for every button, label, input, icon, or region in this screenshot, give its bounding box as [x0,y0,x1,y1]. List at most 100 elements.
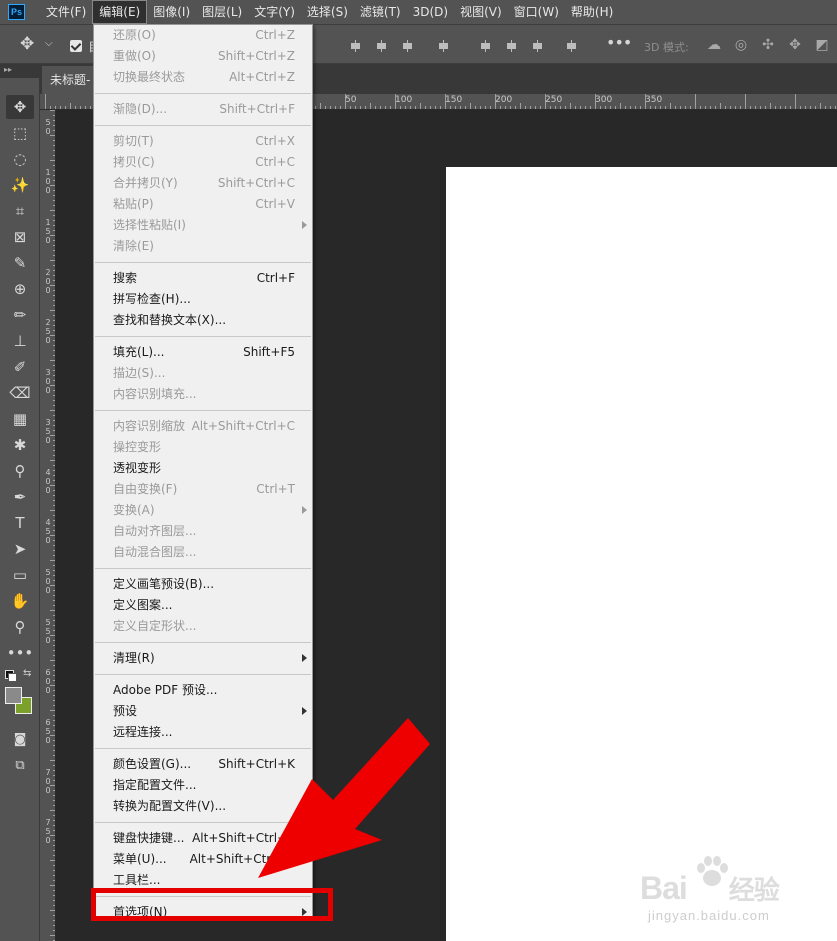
dodge-tool-icon[interactable]: ⚲ [6,459,34,483]
menu-option-shortcut: Shift+Ctrl+C [217,176,295,190]
healing-brush-icon[interactable]: ⊕ [6,277,34,301]
ruler-tick [53,665,55,666]
menu-option[interactable]: 透视变形 [94,458,312,479]
menu-option[interactable]: 填充(L)... Shift+F5 [94,342,312,363]
align-top-icon[interactable] [350,40,362,52]
menu-option-shortcut: Alt+Shift+Ctrl+C [191,419,295,433]
more-icon[interactable]: ••• [606,33,632,52]
menu-option-label: 清理(R) [113,651,155,665]
ruler-tick [53,930,55,931]
chevron-down-icon[interactable]: ⌵ [45,38,53,49]
blur-tool-icon[interactable]: ✱ [6,433,34,457]
menu-item[interactable]: 选择(S) [301,0,354,24]
move-tool-icon[interactable]: ✥ [6,95,34,119]
menu-option[interactable]: 定义图案... [94,595,312,616]
ruler-tick [50,535,55,536]
more-tools-icon[interactable]: ••• [6,641,34,665]
menu-option[interactable]: 搜索 Ctrl+F [94,268,312,289]
align-hcenter-icon[interactable] [506,40,518,52]
ruler-tick [53,825,55,826]
menu-item[interactable]: 窗口(W) [508,0,565,24]
ruler-tick [525,106,526,109]
menu-item[interactable]: 图层(L) [196,0,248,24]
ruler-tick [53,765,55,766]
slide-3d-icon[interactable]: ✥ [787,37,803,53]
crop-tool-icon[interactable]: ⌗ [6,199,34,223]
scale-3d-icon[interactable]: ◩ [814,37,830,53]
menu-option[interactable]: 转换为配置文件(V)... [94,796,312,817]
menu-option[interactable]: 菜单(U)... Alt+Shift+Ctrl+M [94,849,312,870]
menu-option[interactable]: 颜色设置(G)... Shift+Ctrl+K [94,754,312,775]
panel-collapse-icon[interactable]: ▸▸ [0,64,40,78]
foreground-color-swatch[interactable] [5,687,22,704]
lasso-tool-icon[interactable]: ◌ [6,147,34,171]
document-canvas[interactable] [446,167,837,941]
menu-item[interactable]: 帮助(H) [565,0,619,24]
menu-item[interactable]: 3D(D) [407,0,454,24]
clone-stamp-icon[interactable]: ⊥ [6,329,34,353]
frame-tool-icon[interactable]: ⊠ [6,225,34,249]
ruler-tick-label: 350 [645,95,663,105]
menu-option-label: 自动混合图层... [113,545,197,559]
menu-option[interactable]: 查找和替换文本(X)... [94,310,312,331]
ruler-tick [735,106,736,109]
path-select-icon[interactable]: ➤ [6,537,34,561]
ruler-tick [53,855,55,856]
ruler-tick [53,740,55,741]
auto-select-checkbox[interactable] [70,40,82,52]
marquee-tool-icon[interactable]: ⬚ [6,121,34,145]
ruler-tick [53,805,55,806]
roll-3d-icon[interactable]: ◎ [733,37,749,53]
edit-menu-dropdown: 还原(O) Ctrl+Z 重做(O) Shift+Ctrl+Z 切换最终状态 Alt+Ct… [93,24,313,919]
eyedropper-icon[interactable]: ✎ [6,251,34,275]
ruler-tick [53,265,55,266]
move-icon[interactable]: ✥ [20,34,34,54]
menu-item[interactable]: 文件(F) [40,0,92,24]
menu-items: 文件(F) 编辑(E) 图像(I) 图层(L) 文字(Y) 选择(S) 滤镜(T) 3D(D)… [40,0,619,24]
rectangle-tool-icon[interactable]: ▭ [6,563,34,587]
screen-mode-icon[interactable]: ⧉ [6,754,34,778]
menu-item[interactable]: 图像(I) [147,0,196,24]
menu-option[interactable]: 拼写检查(H)... [94,289,312,310]
gradient-icon[interactable]: ▦ [6,407,34,431]
pan-3d-icon[interactable]: ✣ [760,37,776,53]
align-vcenter-icon[interactable] [376,40,388,52]
menu-option[interactable]: 预设 [94,701,312,722]
history-brush-icon[interactable]: ✐ [6,355,34,379]
menu-option-label: 清除(E) [113,239,154,253]
type-tool-icon[interactable]: T [6,511,34,535]
orbit-3d-icon[interactable]: ☁ [706,37,722,53]
menu-item[interactable]: 视图(V) [454,0,508,24]
swap-colors-icon[interactable]: ⇆ [23,668,31,679]
menu-option-label: 转换为配置文件(V)... [113,799,227,813]
magic-wand-icon[interactable]: ✨ [6,173,34,197]
hand-tool-icon[interactable]: ✋ [6,589,34,613]
menu-option-label: 预设 [113,704,138,718]
quick-mask-icon[interactable]: ◙ [6,728,34,752]
menu-option[interactable]: 清理(R) [94,648,312,669]
align-bottom-icon[interactable] [402,40,414,52]
align-right-icon[interactable] [532,40,544,52]
vertical-ruler[interactable]: 5 01 0 01 5 02 0 02 5 03 0 03 5 04 0 04 … [40,110,56,941]
brush-tool-icon[interactable]: ✏ [6,303,34,327]
zoom-tool-icon[interactable]: ⚲ [6,615,34,639]
ruler-tick [50,435,55,436]
ruler-tick [435,106,436,109]
menu-item[interactable]: 编辑(E) [92,0,148,24]
menu-item[interactable]: 文字(Y) [248,0,301,24]
menu-option[interactable]: 定义画笔预设(B)... [94,574,312,595]
default-colors-icon[interactable] [5,670,17,682]
menu-option[interactable]: Adobe PDF 预设... [94,680,312,701]
distribute-h-icon[interactable] [566,40,578,52]
menu-option[interactable]: 指定配置文件... [94,775,312,796]
menu-option[interactable]: 键盘快捷键... Alt+Shift+Ctrl+K [94,828,312,849]
menu-option[interactable]: 远程连接... [94,722,312,743]
menu-item[interactable]: 滤镜(T) [354,0,407,24]
align-left-icon[interactable] [480,40,492,52]
ruler-tick [625,106,626,109]
pen-tool-icon[interactable]: ✒ [6,485,34,509]
distribute-icon[interactable] [438,40,450,52]
ruler-tick [53,330,55,331]
eraser-icon[interactable]: ⌫ [6,381,34,405]
ruler-tick [53,750,55,751]
